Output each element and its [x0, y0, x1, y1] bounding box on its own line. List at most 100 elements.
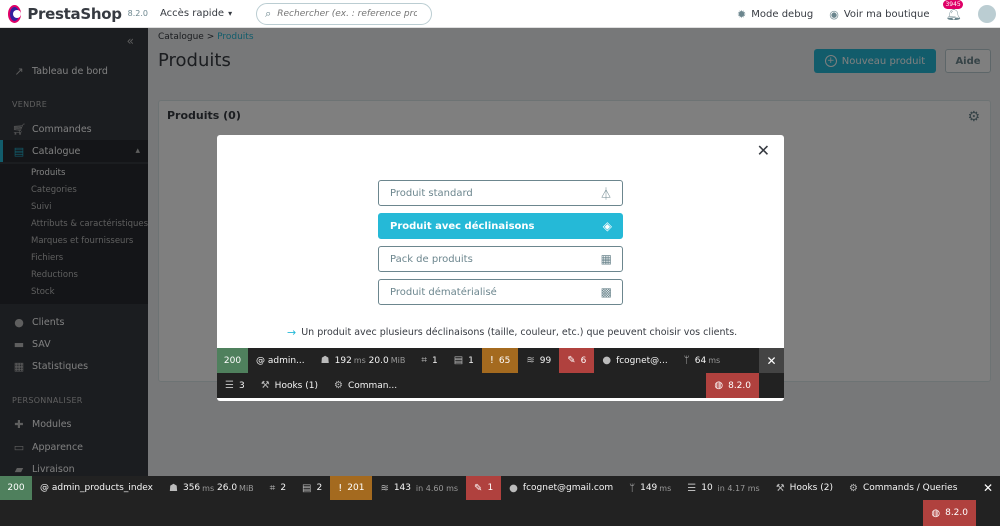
version-label: 8.2.0: [127, 9, 148, 18]
close-icon[interactable]: ✕: [757, 141, 770, 160]
close-toolbar-icon[interactable]: ✕: [976, 476, 1000, 500]
forms-segment[interactable]: ⌗ 2: [262, 476, 294, 500]
prestashop-logo[interactable]: PrestaShop 8.2.0: [8, 4, 148, 23]
search-icon: ⌕: [265, 6, 272, 20]
translation-icon: ✎: [567, 355, 576, 366]
translations-segment[interactable]: ✎ 6: [559, 348, 595, 373]
option-label: Produit standard: [390, 187, 473, 199]
logs-value: 2: [316, 483, 323, 493]
logs-segment[interactable]: ▤ 2: [294, 476, 330, 500]
memory-unit: MiB: [239, 483, 254, 493]
top-header: PrestaShop 8.2.0 Accès rapide ▾ ⌕ ✹ Mode…: [0, 0, 1000, 28]
sf-version-value: 8.2.0: [945, 508, 968, 518]
route-segment[interactable]: @ admin_products_index: [32, 476, 161, 500]
prestashop-logo-icon: [8, 4, 22, 23]
modal-debug-toolbar-row2: ☰ 3 ⚒ Hooks (1) ⚙ Comman... ◍ 8.2.0: [217, 373, 784, 398]
bottom-debug-toolbar-row2: ◍ 8.2.0: [0, 500, 1000, 526]
db-time: in 4.17 ms: [717, 483, 760, 493]
option-hint: → Un produit avec plusieurs déclinaisons…: [287, 326, 737, 339]
bug-icon: ✹: [737, 7, 747, 21]
warnings-value: 201: [347, 483, 365, 493]
commands-segment[interactable]: ⚙ Commands / Queries: [841, 476, 965, 500]
db-value: 10: [701, 483, 713, 493]
commands-value: Commands / Queries: [862, 483, 958, 493]
logo-text: PrestaShop: [27, 4, 122, 23]
cache-value: 143: [393, 483, 412, 493]
twig-segment[interactable]: ᛘ 64 ms: [676, 348, 728, 373]
option-pack-product[interactable]: Pack de produits ▦: [378, 246, 623, 272]
notifications-button[interactable]: 🔔︎ 3945: [943, 0, 963, 22]
debug-mode-link[interactable]: ✹ Mode debug: [737, 8, 813, 21]
exclamation-icon: !: [489, 355, 494, 366]
cache-value: 99: [539, 355, 552, 366]
debug-mode-label: Mode debug: [751, 8, 814, 20]
db-segment[interactable]: ☰ 10 in 4.17 ms: [679, 476, 767, 500]
time-segment[interactable]: ☗ 356 ms 26.0 MiB: [161, 476, 262, 500]
view-shop-label: Voir ma boutique: [843, 8, 930, 20]
option-standard-product[interactable]: Produit standard ⏃: [378, 180, 623, 206]
person-icon: ●: [509, 482, 518, 494]
bell-icon: 🔔︎: [945, 6, 962, 22]
quick-access-dropdown[interactable]: Accès rapide ▾: [160, 8, 232, 19]
hooks-icon: ⚒: [260, 380, 270, 391]
avatar[interactable]: [978, 5, 996, 23]
hooks-value: Hooks (1): [274, 380, 318, 391]
layers-icon: ≋: [526, 355, 535, 366]
close-toolbar-icon[interactable]: ✕: [759, 348, 784, 373]
symfony-icon: ◍: [714, 380, 724, 391]
symfony-version-segment[interactable]: ◍ 8.2.0: [923, 500, 976, 526]
option-combinations-product[interactable]: Produit avec déclinaisons ◈: [378, 213, 623, 239]
memory-value: 20.0: [368, 355, 389, 366]
user-segment[interactable]: ● fcognet@...: [594, 348, 675, 373]
layers-icon: ≋: [380, 482, 389, 494]
cache-time: in 4.60 ms: [415, 483, 459, 493]
hooks-segment[interactable]: ⚒ Hooks (1): [253, 373, 326, 398]
symfony-version-segment[interactable]: ◍ 8.2.0: [706, 373, 759, 398]
hanger-icon: ⏃: [599, 186, 612, 201]
warnings-segment[interactable]: ! 65: [481, 348, 519, 373]
translations-segment[interactable]: ✎ 1: [466, 476, 502, 500]
forms-segment[interactable]: ⌗ 1: [413, 348, 445, 373]
twig-icon: ᛘ: [629, 482, 636, 494]
db-segment[interactable]: ☰ 3: [217, 373, 253, 398]
time-segment[interactable]: ☗ 192 ms 20.0 MiB: [313, 348, 414, 373]
route-segment[interactable]: @ admin...: [248, 348, 313, 373]
status-code[interactable]: 200: [0, 476, 32, 500]
time-unit: ms: [202, 483, 215, 493]
database-icon: ☰: [687, 482, 697, 494]
notification-badge: 3945: [943, 0, 963, 9]
user-value: fcognet@...: [616, 355, 668, 366]
translation-icon: ✎: [474, 482, 483, 494]
search-input[interactable]: [277, 8, 418, 19]
twig-unit: ms: [708, 356, 721, 365]
commands-value: Comman...: [347, 380, 398, 391]
search-box[interactable]: ⌕: [256, 2, 433, 25]
status-code[interactable]: 200: [217, 348, 248, 373]
commands-segment[interactable]: ⚙ Comman...: [326, 373, 405, 398]
logs-value: 1: [468, 355, 474, 366]
exclamation-icon: !: [338, 482, 343, 494]
option-label: Pack de produits: [390, 253, 473, 265]
twig-value: 149: [640, 483, 658, 493]
warnings-segment[interactable]: ! 201: [330, 476, 373, 500]
twig-segment[interactable]: ᛘ 149 ms: [621, 476, 679, 500]
option-virtual-product[interactable]: Produit dématérialisé ▩: [378, 279, 623, 305]
cache-segment[interactable]: ≋ 99: [518, 348, 559, 373]
view-shop-link[interactable]: ◉ Voir ma boutique: [829, 8, 929, 21]
memory-value: 26.0: [217, 483, 238, 493]
option-label: Produit dématérialisé: [390, 286, 497, 298]
sf-version-value: 8.2.0: [728, 380, 751, 391]
user-segment[interactable]: ● fcognet@gmail.com: [501, 476, 621, 500]
cogs-icon: ⚙: [333, 380, 343, 391]
hooks-value: Hooks (2): [789, 483, 833, 493]
qr-icon: ▩: [600, 285, 612, 299]
modal-debug-toolbar: 200 @ admin... ☗ 192 ms 20.0 MiB ⌗ 1 ▤ 1 ! 65…: [217, 348, 784, 373]
symfony-icon: ◍: [931, 507, 941, 519]
cache-segment[interactable]: ≋ 143 in 4.60 ms: [372, 476, 466, 500]
caret-down-icon: ▾: [228, 9, 233, 18]
logs-segment[interactable]: ▤ 1: [446, 348, 482, 373]
hooks-segment[interactable]: ⚒ Hooks (2): [768, 476, 841, 500]
hint-text: Un produit avec plusieurs déclinaisons (…: [301, 327, 738, 338]
cogs-icon: ⚙: [848, 482, 858, 494]
eye-icon: ◉: [829, 7, 839, 21]
